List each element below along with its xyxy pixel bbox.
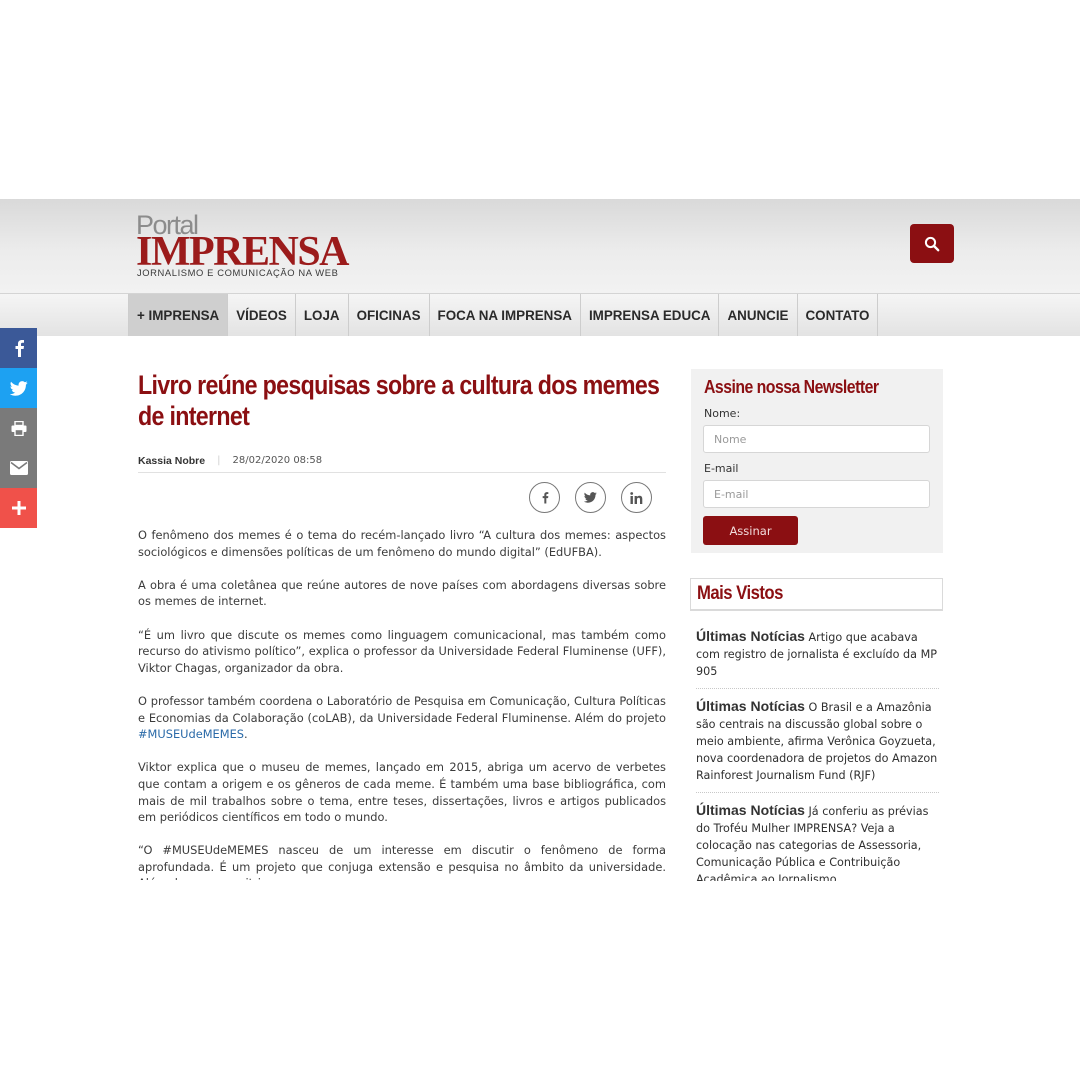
linkedin-icon bbox=[630, 491, 643, 504]
article-paragraph: O fenômeno dos memes é o tema do recém-l… bbox=[138, 528, 666, 559]
article-author[interactable]: Kassia Nobre bbox=[138, 455, 205, 467]
article: Livro reúne pesquisas sobre a cultura do… bbox=[138, 370, 666, 880]
logo-tagline: JORNALISMO E COMUNICAÇÃO NA WEB bbox=[137, 267, 339, 278]
article-share-facebook[interactable] bbox=[529, 482, 560, 513]
newsletter-email-input[interactable] bbox=[703, 480, 930, 508]
article-paragraph: “O #MUSEUdeMEMES nasceu de um interesse … bbox=[138, 843, 666, 880]
article-share-buttons bbox=[529, 482, 652, 513]
list-item[interactable]: Últimas Notícias O Brasil e a Amazônia s… bbox=[696, 698, 939, 794]
newsletter-email-label: E-mail bbox=[704, 462, 739, 475]
list-item-category: Últimas Notícias bbox=[696, 628, 805, 644]
nav-item-oficinas[interactable]: OFICINAS bbox=[347, 294, 429, 336]
nav-item-contato[interactable]: CONTATO bbox=[796, 294, 879, 336]
nav-item-loja[interactable]: LOJA bbox=[294, 294, 348, 336]
article-meta: Kassia Nobre | 28/02/2020 08:58 bbox=[138, 455, 666, 473]
share-print-button[interactable] bbox=[0, 408, 37, 448]
main-navigation: + IMPRENSA VÍDEOS LOJA OFICINAS FOCA NA … bbox=[0, 293, 1080, 336]
newsletter-name-label: Nome: bbox=[704, 407, 741, 420]
paragraph-text: . bbox=[244, 727, 248, 742]
article-paragraph: A obra é uma coletânea que reúne autores… bbox=[138, 577, 666, 609]
article-share-twitter[interactable] bbox=[575, 482, 606, 513]
search-button[interactable] bbox=[910, 224, 954, 263]
search-icon bbox=[924, 236, 940, 251]
list-item[interactable]: Últimas Notícias Já conferiu as prévias … bbox=[696, 802, 939, 881]
list-item-category: Últimas Notícias bbox=[696, 698, 805, 715]
list-item[interactable]: Últimas Notícias Artigo que acabava com … bbox=[696, 628, 939, 690]
article-title: Livro reúne pesquisas sobre a cultura do… bbox=[138, 370, 660, 431]
facebook-icon bbox=[15, 340, 24, 357]
paragraph-text: O professor também coordena o Laboratóri… bbox=[138, 693, 666, 725]
museu-de-memes-link[interactable]: #MUSEUdeMEMES bbox=[138, 727, 244, 741]
article-datetime: 28/02/2020 08:58 bbox=[232, 455, 323, 466]
share-more-button[interactable] bbox=[0, 488, 37, 528]
mais-vistos-header: Mais Vistos bbox=[690, 578, 943, 611]
newsletter-name-input[interactable] bbox=[703, 425, 930, 453]
facebook-icon bbox=[542, 492, 548, 504]
share-twitter-button[interactable] bbox=[0, 368, 37, 408]
plus-icon bbox=[11, 501, 26, 515]
article-paragraph: O professor também coordena o Laboratóri… bbox=[138, 693, 666, 743]
newsletter-submit-button[interactable]: Assinar bbox=[703, 516, 798, 545]
newsletter-title: Assine nossa Newsletter bbox=[704, 377, 879, 397]
mais-vistos-list: Últimas Notícias Artigo que acabava com … bbox=[696, 628, 939, 881]
meta-separator: | bbox=[217, 455, 221, 466]
article-share-linkedin[interactable] bbox=[621, 482, 652, 513]
newsletter-box: Assine nossa Newsletter Nome: E-mail Ass… bbox=[691, 369, 943, 553]
list-item-category: Últimas Notícias bbox=[696, 802, 805, 819]
article-paragraph: “É um livro que discute os memes como li… bbox=[138, 627, 666, 675]
nav-item-mais-imprensa[interactable]: + IMPRENSA bbox=[128, 294, 228, 336]
social-share-rail bbox=[0, 328, 37, 528]
article-body: O fenômeno dos memes é o tema do recém-l… bbox=[138, 527, 666, 880]
nav-item-foca-na-imprensa[interactable]: FOCA NA IMPRENSA bbox=[428, 294, 580, 336]
article-paragraph: Viktor explica que o museu de memes, lan… bbox=[138, 760, 666, 825]
nav-item-videos[interactable]: VÍDEOS bbox=[227, 294, 295, 336]
nav-item-anuncie[interactable]: ANUNCIE bbox=[718, 294, 796, 336]
mais-vistos-title: Mais Vistos bbox=[697, 583, 783, 604]
share-email-button[interactable] bbox=[0, 448, 37, 488]
share-facebook-button[interactable] bbox=[0, 328, 37, 368]
site-logo[interactable]: Portal IMPRENSA JORNALISMO E COMUNICAÇÃO… bbox=[136, 212, 351, 280]
nav-item-imprensa-educa[interactable]: IMPRENSA EDUCA bbox=[579, 294, 719, 336]
twitter-icon bbox=[584, 492, 597, 503]
print-icon bbox=[11, 420, 26, 436]
twitter-icon bbox=[9, 380, 28, 396]
email-icon bbox=[9, 461, 28, 475]
